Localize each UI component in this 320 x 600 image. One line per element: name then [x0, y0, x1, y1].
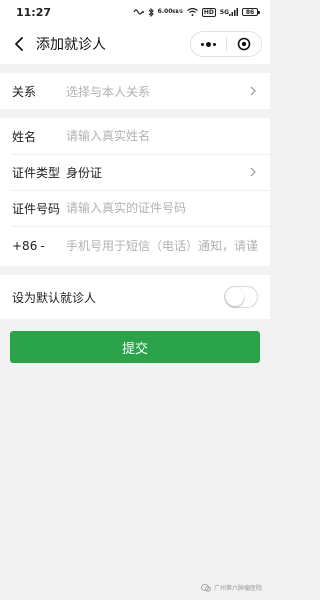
status-icons: 6.00 KB/S HD 5G 86: [133, 7, 260, 17]
switch-knob: [226, 288, 244, 306]
signal-icon: 5G: [220, 8, 238, 16]
submit-wrap: 提交: [0, 319, 270, 363]
network-type: 5G: [219, 8, 229, 16]
phone-row: +86 -: [0, 226, 270, 266]
id-number-row: 证件号码: [0, 190, 270, 226]
patient-info-section: 姓名 证件类型 身份证 证件号码 +86 -: [0, 118, 270, 266]
country-code-selector[interactable]: +86 -: [12, 239, 66, 253]
relation-row[interactable]: 关系 选择与本人关系: [0, 73, 270, 109]
default-patient-switch[interactable]: [224, 286, 258, 308]
chevron-right-icon: [248, 167, 258, 177]
watermark-text: 广州第六肿瘤医院: [213, 585, 262, 592]
more-button[interactable]: [191, 32, 226, 56]
relation-section: 关系 选择与本人关系: [0, 73, 270, 109]
status-time: 11:27: [16, 5, 52, 19]
back-button[interactable]: [8, 33, 30, 55]
submit-button[interactable]: 提交: [10, 331, 260, 363]
hd-badge: HD: [201, 7, 216, 17]
page-title: 添加就诊人: [36, 37, 106, 53]
default-patient-label: 设为默认就诊人: [12, 290, 97, 305]
wifi-icon: [187, 8, 198, 16]
id-number-label: 证件号码: [12, 201, 61, 216]
wechat-icon: [201, 583, 211, 592]
nav-bar: 添加就诊人: [0, 24, 270, 64]
default-patient-row: 设为默认就诊人: [0, 275, 270, 319]
name-row: 姓名: [0, 118, 270, 154]
id-number-input[interactable]: [66, 201, 258, 215]
close-mini-program-button[interactable]: [227, 32, 262, 56]
name-input[interactable]: [66, 129, 258, 143]
battery-level: 86: [245, 8, 255, 16]
country-code: +86: [12, 239, 38, 253]
id-type-row[interactable]: 证件类型 身份证: [0, 154, 270, 190]
status-bar: 11:27 6.00 KB/S HD 5G 86: [0, 0, 270, 24]
network-speed: 6.00 KB/S: [158, 9, 183, 15]
chevron-right-icon: [248, 86, 258, 96]
bluetooth-icon: [148, 7, 154, 17]
speed-unit: KB/S: [172, 9, 183, 14]
mini-program-capsule: [190, 31, 262, 57]
id-type-label: 证件类型: [12, 165, 61, 180]
target-close-icon: [237, 37, 251, 51]
default-section: 设为默认就诊人: [0, 275, 270, 319]
name-label: 姓名: [12, 129, 37, 144]
id-type-value: 身份证: [66, 165, 103, 180]
relation-label: 关系: [12, 84, 37, 99]
relation-placeholder: 选择与本人关系: [66, 84, 151, 99]
phone-input[interactable]: [66, 239, 258, 253]
back-arrow-icon: [15, 37, 23, 51]
watermark: 广州第六肿瘤医院: [201, 583, 262, 592]
country-code-dropdown-icon: -: [40, 239, 45, 253]
battery-icon: 86: [242, 8, 260, 16]
more-dots-icon: [200, 41, 216, 47]
nfc-icon: [133, 8, 144, 16]
speed-value: 6.00: [157, 8, 173, 15]
